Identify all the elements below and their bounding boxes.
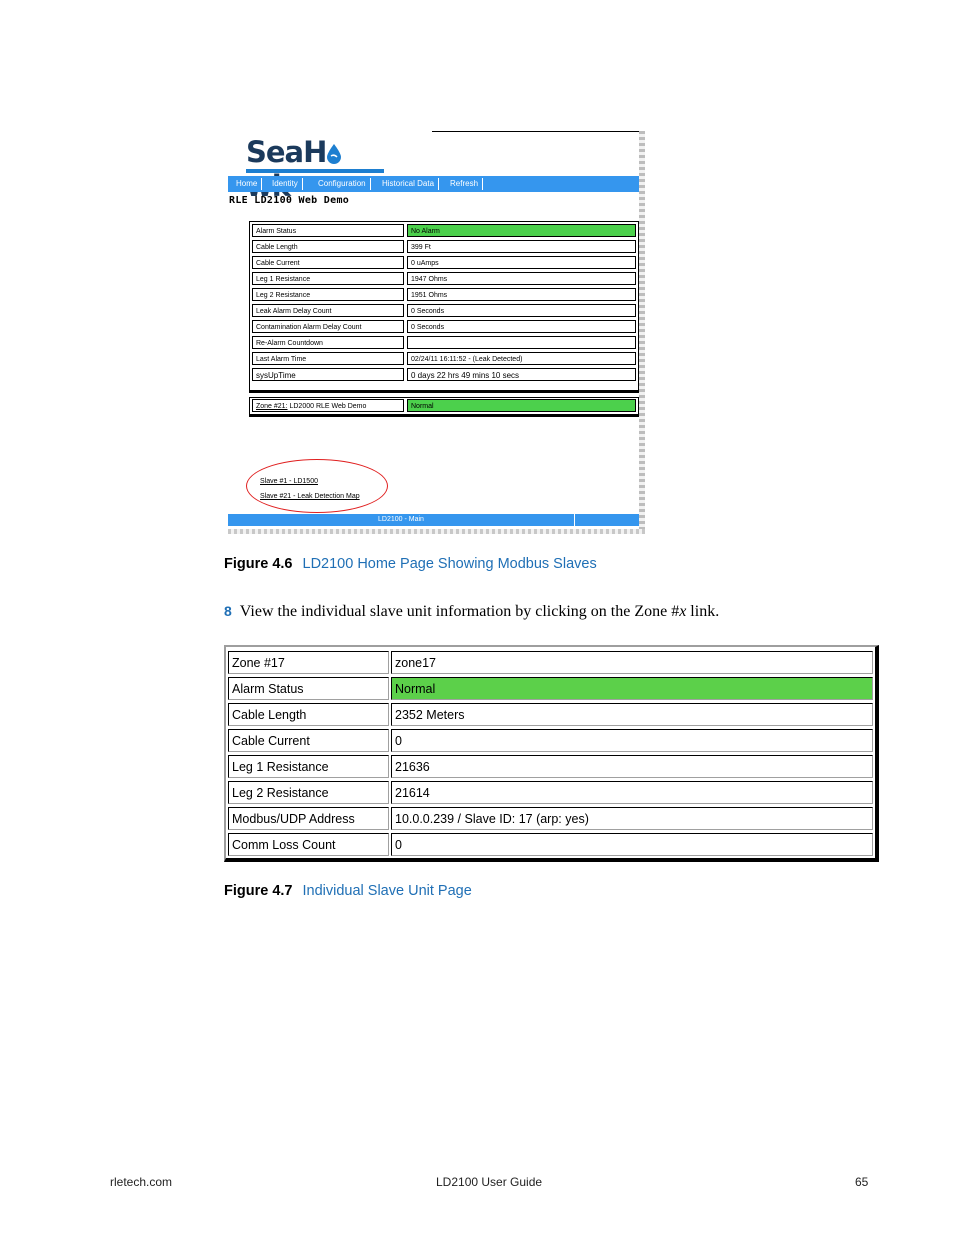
torn-edge-bottom bbox=[228, 529, 645, 534]
row-label: Zone #17 bbox=[228, 651, 389, 674]
status-table: Alarm Status No Alarm Cable Length 399 F… bbox=[249, 221, 641, 393]
row-value: Normal bbox=[391, 677, 873, 700]
row-value: 2352 Meters bbox=[391, 703, 873, 726]
zone-cell: Zone #21: LD2000 RLE Web Demo bbox=[252, 399, 404, 412]
table-row: Zone #17 zone17 bbox=[228, 651, 873, 675]
status-label: Leak Alarm Delay Count bbox=[252, 304, 404, 317]
step-instruction: 8 View the individual slave unit informat… bbox=[224, 603, 719, 621]
frame-top-line bbox=[432, 131, 644, 132]
step-text: View the individual slave unit informati… bbox=[239, 603, 680, 620]
footer-divider bbox=[574, 514, 575, 526]
status-value: 1947 Ohms bbox=[407, 272, 636, 285]
status-value bbox=[407, 336, 636, 349]
zone-name: LD2000 RLE Web Demo bbox=[287, 403, 367, 410]
footer-website: rletech.com bbox=[110, 1175, 173, 1189]
slave-link-1[interactable]: Slave #1 - LD1500 bbox=[260, 474, 360, 489]
row-value: 10.0.0.239 / Slave ID: 17 (arp: yes) bbox=[391, 807, 873, 830]
logo-text-part: SeaH bbox=[246, 135, 327, 169]
figure-number: Figure 4.6 bbox=[224, 556, 293, 572]
nav-historical-data[interactable]: Historical Data bbox=[378, 178, 440, 190]
seahawk-logo: SeaHwk bbox=[246, 135, 386, 203]
nav-configuration[interactable]: Configuration bbox=[314, 178, 371, 190]
status-label: Leg 2 Resistance bbox=[252, 288, 404, 301]
row-label: Leg 1 Resistance bbox=[228, 755, 389, 778]
step-text-end: link. bbox=[686, 603, 720, 620]
slave-links: Slave #1 - LD1500 Slave #21 - Leak Detec… bbox=[260, 474, 360, 504]
footer-guide-title: LD2100 User Guide bbox=[436, 1175, 543, 1189]
table-row: Modbus/UDP Address 10.0.0.239 / Slave ID… bbox=[228, 807, 873, 831]
figure-caption: Figure 4.7 Individual Slave Unit Page bbox=[224, 883, 472, 899]
table-row: Alarm Status Normal bbox=[228, 677, 873, 701]
row-label: Cable Length bbox=[228, 703, 389, 726]
status-value: 0 days 22 hrs 49 mins 10 secs bbox=[407, 368, 636, 381]
slave-unit-table: Zone #17 zone17 Alarm Status Normal Cabl… bbox=[224, 645, 879, 862]
status-value: 399 Ft bbox=[407, 240, 636, 253]
nav-bar: Home Identity Configuration Historical D… bbox=[228, 176, 642, 192]
nav-home[interactable]: Home bbox=[232, 178, 263, 190]
table-row: Cable Current 0 bbox=[228, 729, 873, 753]
status-label: sysUpTime bbox=[252, 368, 404, 381]
zone-link[interactable]: Zone #21: bbox=[256, 403, 288, 410]
figure-title: LD2100 Home Page Showing Modbus Slaves bbox=[302, 556, 597, 572]
row-label: Cable Current bbox=[228, 729, 389, 752]
status-label: Alarm Status bbox=[252, 224, 404, 237]
page-number: 65 bbox=[855, 1175, 869, 1189]
status-value: 02/24/11 16:11:52 - (Leak Detected) bbox=[407, 352, 636, 365]
status-label: Cable Length bbox=[252, 240, 404, 253]
table-row: Leg 2 Resistance 21614 bbox=[228, 781, 873, 805]
table-row: Leg 1 Resistance 21636 bbox=[228, 755, 873, 779]
footer-bar-text: LD2100 - Main bbox=[378, 516, 424, 523]
status-value: 1951 Ohms bbox=[407, 288, 636, 301]
status-value: 0 Seconds bbox=[407, 304, 636, 317]
status-label: Leg 1 Resistance bbox=[252, 272, 404, 285]
logo-underline bbox=[246, 169, 384, 173]
demo-title: RLE LD2100 Web Demo bbox=[229, 195, 350, 206]
status-label: Re-Alarm Countdown bbox=[252, 336, 404, 349]
row-label: Leg 2 Resistance bbox=[228, 781, 389, 804]
footer-bar: LD2100 - Main bbox=[228, 514, 642, 526]
figure-4-6-screenshot: SeaHwk Home Identity Configuration Histo… bbox=[228, 131, 648, 536]
slave-link-21[interactable]: Slave #21 - Leak Detection Map bbox=[260, 489, 360, 504]
row-value: 0 bbox=[391, 833, 873, 856]
water-drop-icon bbox=[326, 137, 342, 164]
nav-refresh[interactable]: Refresh bbox=[446, 178, 484, 190]
row-value: 0 bbox=[391, 729, 873, 752]
zone-summary-table: Zone #21: LD2000 RLE Web Demo Normal bbox=[249, 397, 641, 417]
zone-status: Normal bbox=[407, 399, 636, 412]
table-row: Cable Length 2352 Meters bbox=[228, 703, 873, 727]
nav-identity[interactable]: Identity bbox=[268, 178, 303, 190]
table-row: Comm Loss Count 0 bbox=[228, 833, 873, 857]
status-value: No Alarm bbox=[407, 224, 636, 237]
step-number: 8 bbox=[224, 603, 232, 619]
row-value: zone17 bbox=[391, 651, 873, 674]
row-value: 21636 bbox=[391, 755, 873, 778]
row-value: 21614 bbox=[391, 781, 873, 804]
status-label: Contamination Alarm Delay Count bbox=[252, 320, 404, 333]
figure-title: Individual Slave Unit Page bbox=[302, 883, 472, 899]
status-label: Last Alarm Time bbox=[252, 352, 404, 365]
row-label: Alarm Status bbox=[228, 677, 389, 700]
figure-caption: Figure 4.6 LD2100 Home Page Showing Modbu… bbox=[224, 556, 597, 572]
row-label: Modbus/UDP Address bbox=[228, 807, 389, 830]
status-value: 0 uAmps bbox=[407, 256, 636, 269]
status-value: 0 Seconds bbox=[407, 320, 636, 333]
status-label: Cable Current bbox=[252, 256, 404, 269]
row-label: Comm Loss Count bbox=[228, 833, 389, 856]
figure-number: Figure 4.7 bbox=[224, 883, 293, 899]
torn-edge-right bbox=[639, 131, 645, 531]
